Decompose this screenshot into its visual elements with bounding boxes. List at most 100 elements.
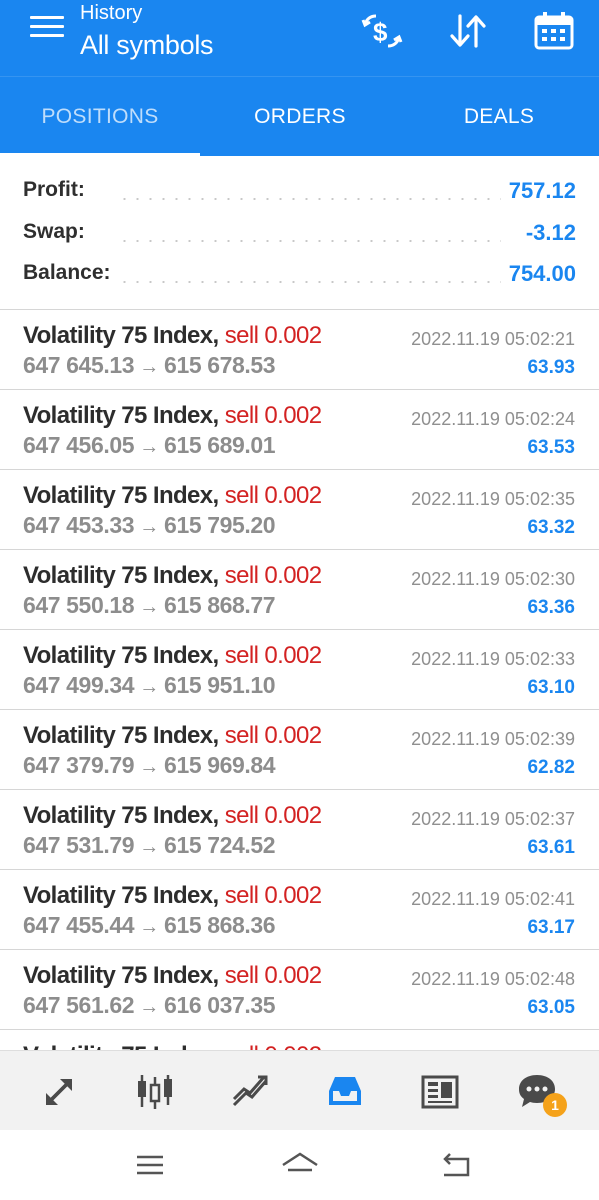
position-profit: 63.53 (527, 437, 575, 458)
open-price: 647 499.34 (23, 672, 135, 698)
bottom-navigation: 1 (0, 1050, 599, 1130)
position-row[interactable]: Volatility 75 Index, sell 0.002 647 499.3… (0, 630, 599, 710)
position-profit: 63.36 (527, 597, 575, 618)
close-price: 615 868.36 (164, 912, 276, 938)
swap-value: -3.12 (525, 220, 576, 245)
price-range: 647 379.79 → 615 969.84 (23, 752, 276, 779)
balance-value: 754.00 (508, 261, 576, 286)
position-time: 2022.11.19 05:02:21 (411, 329, 575, 349)
news-icon[interactable] (410, 1063, 470, 1119)
symbol-name: Volatility 75 Index, (23, 1042, 219, 1050)
home-icon[interactable] (280, 1148, 320, 1182)
position-row[interactable]: Volatility 75 Index, sell 0.002 647 453.3… (0, 470, 599, 550)
position-profit: 63.17 (527, 917, 575, 938)
calendar-icon[interactable] (532, 10, 576, 52)
system-navigation-bar (0, 1130, 599, 1200)
position-time: 2022.11.19 05:02:41 (411, 889, 575, 909)
price-range: 647 561.62 → 616 037.35 (23, 992, 276, 1019)
position-row[interactable]: Volatility 75 Index, sell 0.002 647 531.7… (0, 790, 599, 870)
position-profit: 63.61 (527, 837, 575, 858)
sort-icon[interactable] (446, 10, 490, 52)
position-time: 2022.11.19 05:02:39 (411, 729, 575, 749)
position-row[interactable]: Volatility 75 Index, sell 0.002 647 550.1… (0, 550, 599, 630)
hamburger-menu-icon[interactable] (30, 16, 64, 44)
position-time: 2022.11.19 05:02:35 (411, 489, 575, 509)
back-icon[interactable] (436, 1148, 476, 1182)
position-row[interactable]: Volatility 75 Index, sell 0.002 647 379.7… (0, 710, 599, 790)
position-symbol: Volatility 75 Index, sell 0.002 (23, 322, 322, 350)
price-range: 647 453.33 → 615 795.20 (23, 512, 276, 539)
position-symbol: Volatility 75 Index, sell 0.002 (23, 962, 322, 990)
balance-row: Balance: 754.00 (23, 261, 576, 291)
symbol-name: Volatility 75 Index, (23, 882, 219, 909)
positions-list[interactable]: Volatility 75 Index, sell 0.002 647 645.1… (0, 310, 599, 1050)
open-price: 647 531.79 (23, 832, 135, 858)
account-summary: Profit: 757.12 Swap: -3.12 Balance: 754.… (0, 156, 599, 310)
symbol-name: Volatility 75 Index, (23, 482, 219, 509)
symbol-filter-title[interactable]: All symbols (80, 30, 214, 61)
close-price: 615 868.77 (164, 592, 276, 618)
dotted-leader (118, 198, 501, 200)
position-row[interactable]: Volatility 75 Index, sell 0.002 647 456.0… (0, 390, 599, 470)
price-range: 647 455.44 → 615 868.36 (23, 912, 276, 939)
trade-side-volume: sell 0.002 (224, 482, 322, 509)
position-time: 2022.11.19 05:02:37 (411, 809, 575, 829)
toolbar: History All symbols $ (0, 0, 599, 76)
quotes-icon[interactable] (30, 1063, 90, 1119)
open-price: 647 455.44 (23, 912, 135, 938)
trade-side-volume: sell 0.002 (224, 322, 322, 349)
position-row[interactable]: Volatility 75 Index, sell 0.002 647 645.1… (0, 310, 599, 390)
position-symbol: Volatility 75 Index, sell 0.002 (23, 562, 322, 590)
trade-side-volume: sell 0.002 (225, 1042, 322, 1050)
trade-side-volume: sell 0.002 (224, 882, 322, 909)
position-time: 2022.11.19 05:02:33 (411, 649, 575, 669)
position-symbol: Volatility 75 Index, sell 0.002 (23, 642, 322, 670)
history-icon[interactable] (315, 1063, 375, 1119)
position-row[interactable]: Volatility 75 Index, sell 0.002 647 455.4… (0, 870, 599, 950)
currency-exchange-icon[interactable]: $ (360, 10, 404, 52)
tab-positions[interactable]: POSITIONS (0, 77, 200, 156)
profit-label: Profit: (23, 178, 85, 201)
position-row[interactable]: Volatility 75 Index, sell 0.002 (0, 1030, 599, 1050)
position-row[interactable]: Volatility 75 Index, sell 0.002 647 561.6… (0, 950, 599, 1030)
trade-side-volume: sell 0.002 (224, 402, 322, 429)
swap-row: Swap: -3.12 (23, 220, 576, 250)
chart-icon[interactable] (125, 1063, 185, 1119)
position-time: 2022.11.19 05:02:24 (411, 409, 575, 429)
symbol-name: Volatility 75 Index, (23, 322, 219, 349)
trade-icon[interactable] (220, 1063, 280, 1119)
position-profit: 63.10 (527, 677, 575, 698)
tab-orders[interactable]: ORDERS (200, 77, 400, 156)
arrow-icon: → (134, 676, 165, 698)
price-range: 647 456.05 → 615 689.01 (23, 432, 276, 459)
position-symbol: Volatility 75 Index, sell 0.002 (23, 802, 322, 830)
symbol-name: Volatility 75 Index, (23, 402, 219, 429)
trade-side-volume: sell 0.002 (224, 562, 322, 589)
position-symbol: Volatility 75 Index, sell 0.002 (23, 402, 322, 430)
messages-icon[interactable]: 1 (507, 1063, 567, 1119)
tab-deals[interactable]: DEALS (399, 77, 599, 156)
position-profit: 63.93 (527, 357, 575, 378)
trade-side-volume: sell 0.002 (224, 722, 322, 749)
symbol-name: Volatility 75 Index, (23, 562, 219, 589)
trade-side-volume: sell 0.002 (224, 802, 322, 829)
dotted-leader (118, 281, 501, 283)
position-profit: 62.82 (527, 757, 575, 778)
dotted-leader (118, 240, 501, 242)
profit-value: 757.12 (508, 178, 576, 203)
close-price: 615 951.10 (164, 672, 276, 698)
open-price: 647 561.62 (23, 992, 135, 1018)
profit-row: Profit: 757.12 (23, 178, 576, 208)
symbol-name: Volatility 75 Index, (23, 802, 219, 829)
recent-apps-icon[interactable] (130, 1148, 170, 1182)
arrow-icon: → (134, 836, 165, 858)
arrow-icon: → (134, 996, 165, 1018)
close-price: 615 689.01 (164, 432, 276, 458)
balance-label: Balance: (23, 261, 111, 284)
tab-deals-label: DEALS (463, 104, 535, 128)
arrow-icon: → (134, 916, 165, 938)
messages-badge: 1 (543, 1093, 567, 1117)
position-symbol: Volatility 75 Index, sell 0.002 (23, 482, 322, 510)
price-range: 647 645.13 → 615 678.53 (23, 352, 276, 379)
tab-positions-label: POSITIONS (41, 104, 159, 128)
